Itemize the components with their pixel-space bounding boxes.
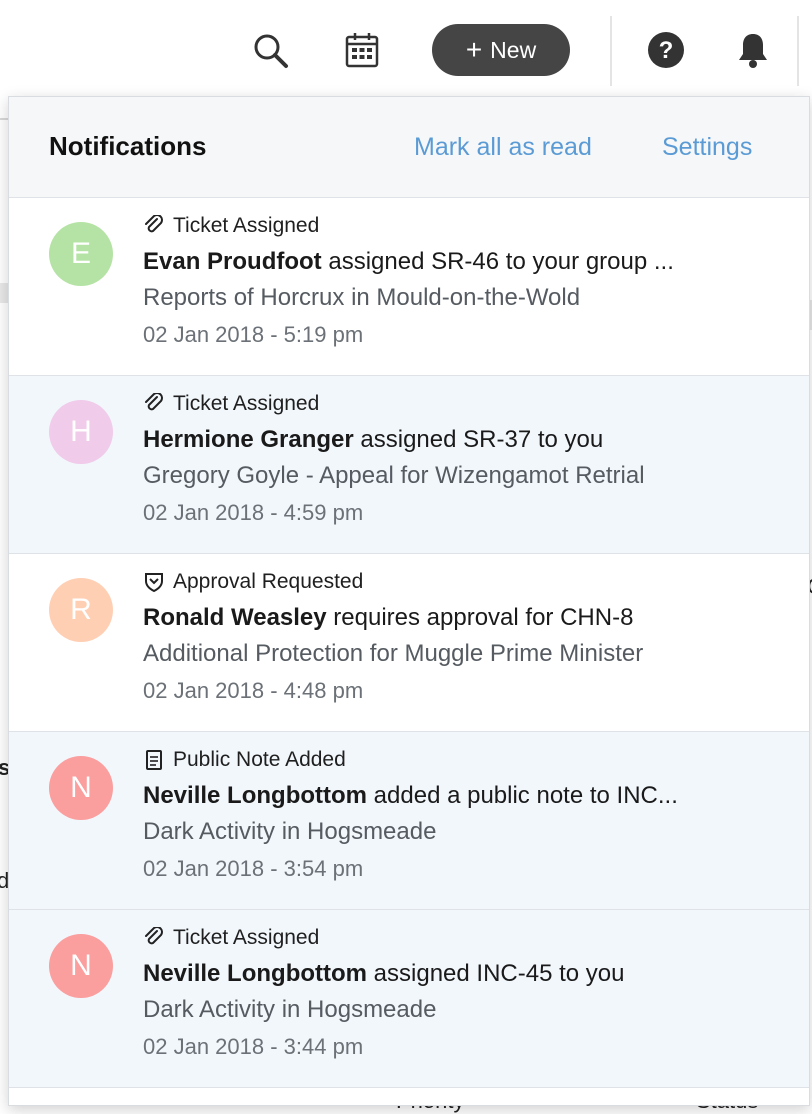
approval-shield-icon xyxy=(143,571,165,593)
avatar: H xyxy=(49,400,113,464)
notification-action: added a public note to INC... xyxy=(373,782,678,809)
notification-headline: Neville Longbottom added a public note t… xyxy=(143,782,763,810)
notification-time: 02 Jan 2018 - 3:44 pm xyxy=(143,1034,364,1059)
panel-header: Notifications Mark all as read Settings xyxy=(9,97,809,198)
notification-actor: Ronald Weasley xyxy=(143,604,327,631)
help-icon[interactable]: ? xyxy=(646,28,686,72)
plus-icon: + xyxy=(465,34,483,65)
avatar-letter: E xyxy=(70,237,91,270)
notification-headline: Ronald Weasley requires approval for CHN… xyxy=(143,604,763,632)
notification-headline: Neville Longbottom assigned INC-45 to yo… xyxy=(143,960,763,988)
notification-subject: Dark Activity in Hogsmeade xyxy=(143,996,437,1023)
svg-text:?: ? xyxy=(659,37,674,64)
notification-actor: Hermione Granger xyxy=(143,426,354,453)
notification-actor: Neville Longbottom xyxy=(143,782,367,809)
notification-subject: Reports of Horcrux in Mould-on-the-Wold xyxy=(143,284,581,311)
paperclip-icon xyxy=(143,393,165,415)
notification-item[interactable]: N Ticket Assigned Neville Longbottom assig… xyxy=(9,910,809,1088)
notification-subject: Additional Protection for Muggle Prime M… xyxy=(143,640,644,667)
notification-type-label: Ticket Assigned xyxy=(173,392,320,415)
paperclip-icon xyxy=(143,927,165,949)
avatar-letter: R xyxy=(70,593,92,626)
notification-item[interactable]: N Public Note Added Neville Longbottom add… xyxy=(9,732,809,910)
new-button[interactable]: + New xyxy=(432,24,570,76)
bell-icon[interactable] xyxy=(733,28,773,72)
notification-type: Ticket Assigned xyxy=(143,214,319,238)
search-icon[interactable] xyxy=(250,28,290,72)
notification-type-label: Approval Requested xyxy=(173,570,364,593)
mark-all-read-link[interactable]: Mark all as read xyxy=(414,133,592,162)
panel-title: Notifications xyxy=(49,131,207,161)
notification-subject: Dark Activity in Hogsmeade xyxy=(143,818,437,845)
notification-headline: Hermione Granger assigned SR-37 to you xyxy=(143,426,763,454)
background-bar xyxy=(0,283,8,303)
notification-item-partial[interactable] xyxy=(9,1088,809,1105)
notification-item[interactable]: H Ticket Assigned Hermione Granger assigne… xyxy=(9,376,809,554)
notification-time: 02 Jan 2018 - 4:48 pm xyxy=(143,678,364,703)
notification-type: Approval Requested xyxy=(143,570,363,594)
notification-type: Public Note Added xyxy=(143,748,346,772)
notification-list: E Ticket Assigned Evan Proudfoot assigned … xyxy=(9,198,809,1088)
notification-action: assigned SR-37 to you xyxy=(360,426,604,453)
paperclip-icon xyxy=(143,215,165,237)
notification-type-label: Ticket Assigned xyxy=(173,926,320,949)
avatar-letter: N xyxy=(70,949,92,982)
notification-headline: Evan Proudfoot assigned SR-46 to your gr… xyxy=(143,248,763,276)
notification-actor: Neville Longbottom xyxy=(143,960,367,987)
divider xyxy=(610,16,612,86)
note-icon xyxy=(143,749,165,771)
divider xyxy=(797,16,799,86)
notification-item[interactable]: E Ticket Assigned Evan Proudfoot assigned … xyxy=(9,198,809,376)
avatar-letter: H xyxy=(70,415,92,448)
top-bar: + New ? xyxy=(0,0,812,96)
notification-action: assigned INC-45 to you xyxy=(373,960,625,987)
avatar: E xyxy=(49,222,113,286)
avatar: R xyxy=(49,578,113,642)
new-button-label: New xyxy=(490,36,537,63)
notification-subject: Gregory Goyle - Appeal for Wizengamot Re… xyxy=(143,462,645,489)
avatar-letter: N xyxy=(70,771,92,804)
notification-type: Ticket Assigned xyxy=(143,392,319,416)
notification-action: requires approval for CHN-8 xyxy=(333,604,634,631)
notification-actor: Evan Proudfoot xyxy=(143,248,322,275)
notification-type-label: Ticket Assigned xyxy=(173,214,320,237)
notification-item[interactable]: R Approval Requested Ronald Weasley requir… xyxy=(9,554,809,732)
avatar: N xyxy=(49,756,113,820)
notifications-panel: Notifications Mark all as read Settings … xyxy=(8,96,810,1106)
background-line xyxy=(0,118,8,120)
settings-link[interactable]: Settings xyxy=(662,133,752,162)
notification-time: 02 Jan 2018 - 5:19 pm xyxy=(143,322,364,347)
avatar: N xyxy=(49,934,113,998)
notification-time: 02 Jan 2018 - 3:54 pm xyxy=(143,856,364,881)
notification-action: assigned SR-46 to your group ... xyxy=(328,248,674,275)
calendar-icon[interactable] xyxy=(342,28,382,72)
notification-time: 02 Jan 2018 - 4:59 pm xyxy=(143,500,364,525)
notification-type: Ticket Assigned xyxy=(143,926,319,950)
notification-type-label: Public Note Added xyxy=(173,748,346,771)
